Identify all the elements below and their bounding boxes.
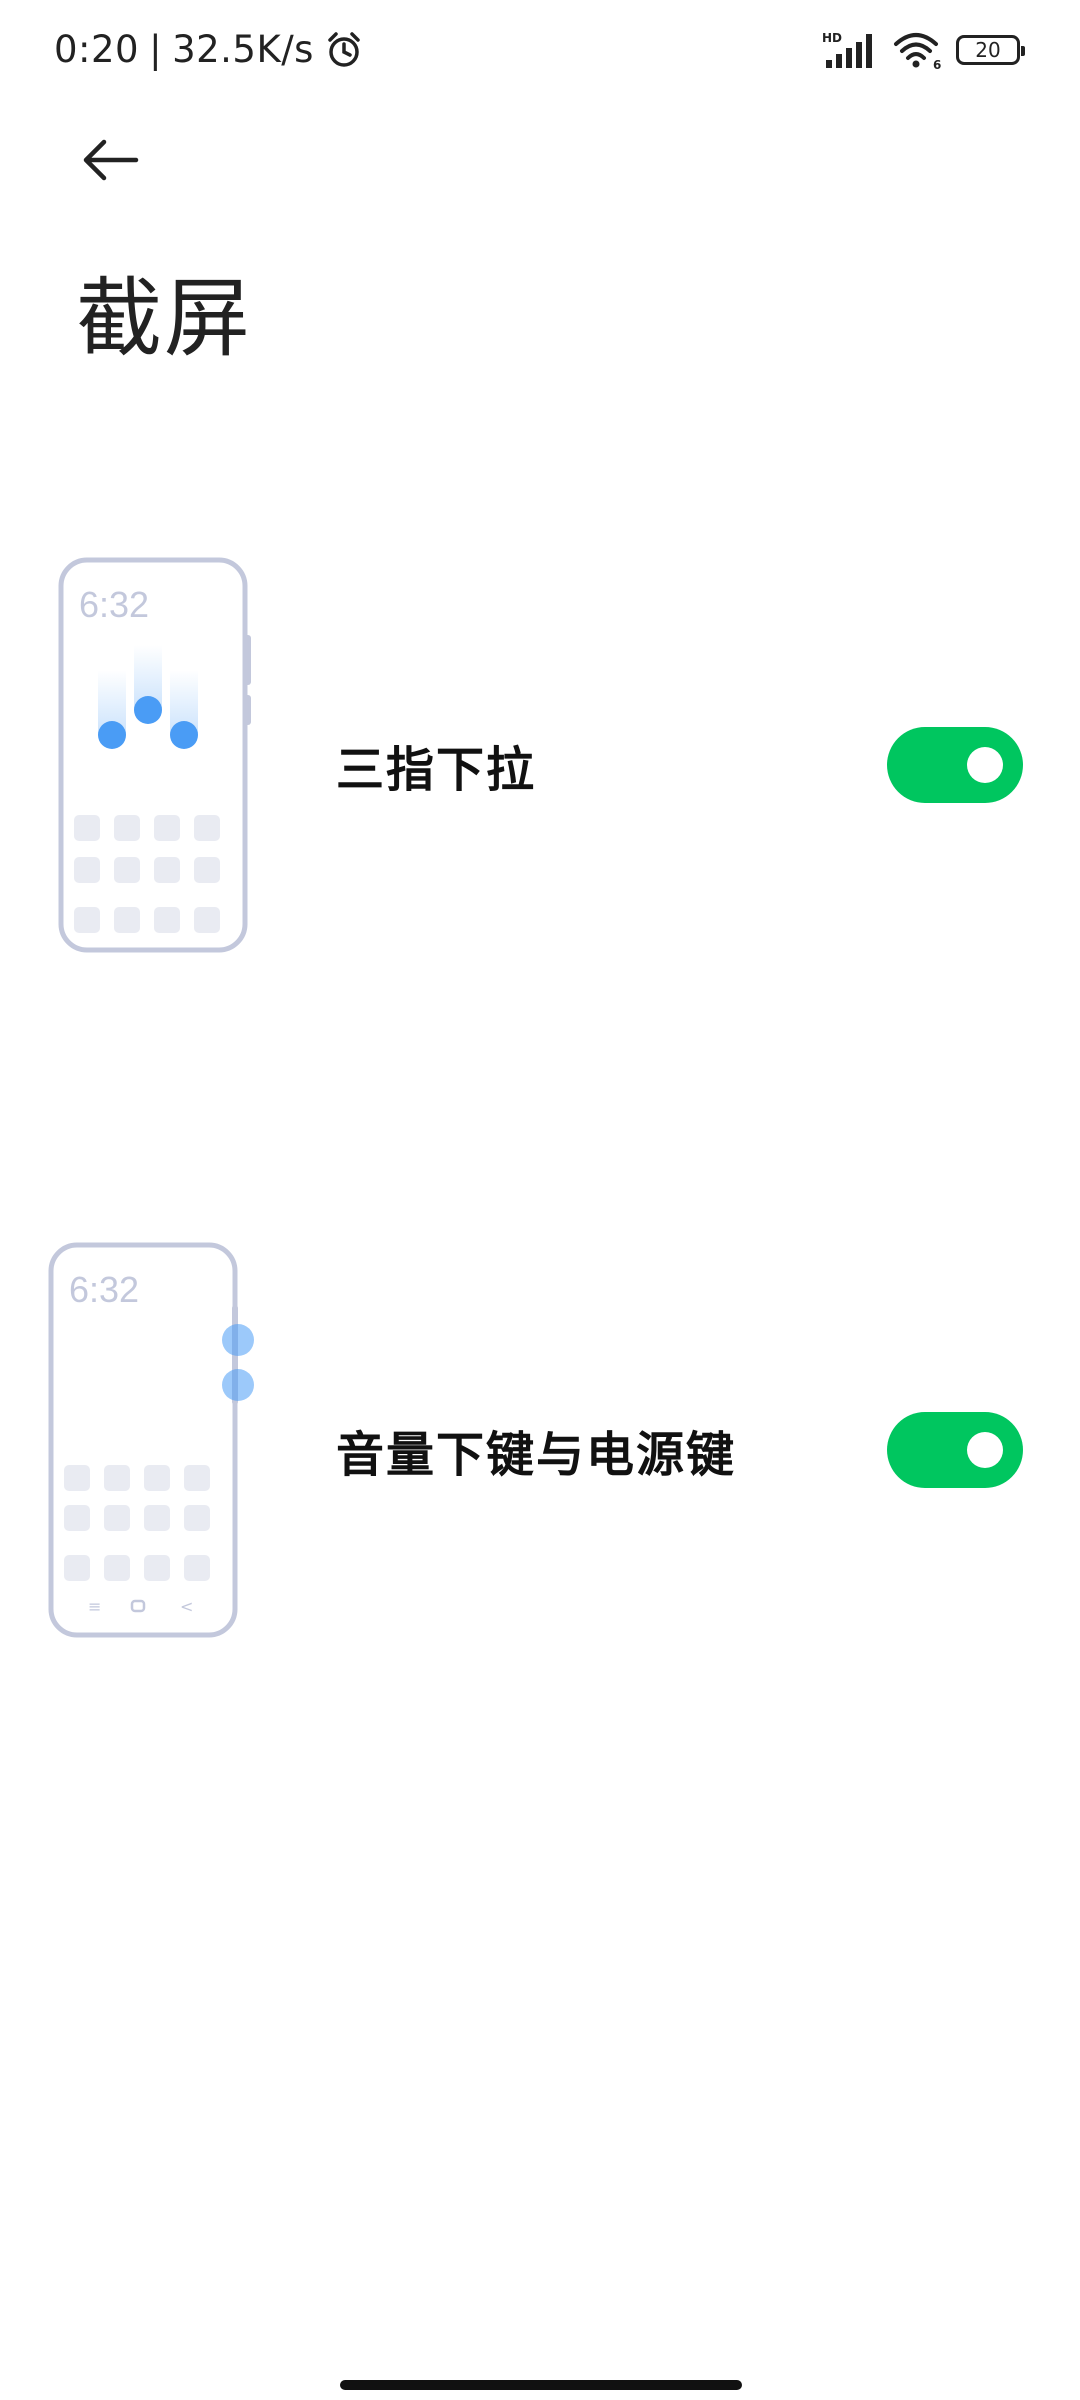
- status-left: 0:20 | 32.5K/s: [54, 28, 364, 71]
- wifi-icon: 6: [894, 33, 941, 70]
- hd-label: HD: [822, 31, 842, 45]
- toggle-knob: [967, 747, 1003, 783]
- back-button[interactable]: [70, 125, 150, 195]
- illustration-nav-menu: ≡: [88, 1597, 101, 1616]
- three-finger-swipe-toggle[interactable]: [887, 727, 1023, 803]
- battery-icon: 20: [956, 35, 1025, 65]
- option-three-finger-swipe[interactable]: 6:32 三指下拉: [0, 555, 1080, 975]
- option-volume-down-power[interactable]: 6:32 ≡ < 音量下键与电源键: [0, 1240, 1080, 1660]
- home-indicator[interactable]: [340, 2380, 742, 2390]
- volume-power-toggle[interactable]: [887, 1412, 1023, 1488]
- network-speed: 32.5K/s: [172, 28, 314, 71]
- volume-power-illustration: 6:32 ≡ <: [48, 1242, 254, 1638]
- status-time: 0:20: [54, 28, 140, 71]
- option-label: 三指下拉: [336, 742, 537, 798]
- three-finger-swipe-illustration: 6:32: [58, 557, 251, 953]
- wifi-6-badge: 6: [933, 58, 941, 70]
- option-label: 音量下键与电源键: [336, 1427, 737, 1483]
- cellular-signal-icon: HD: [822, 31, 872, 68]
- alarm-clock-icon: [328, 31, 360, 67]
- illustration-clock: 6:32: [69, 1269, 139, 1310]
- status-right: HD 6 20: [822, 30, 1025, 70]
- toggle-knob: [967, 1432, 1003, 1468]
- status-separator: |: [149, 28, 163, 71]
- battery-level: 20: [975, 38, 1001, 62]
- illustration-clock: 6:32: [79, 584, 149, 625]
- arrow-left-icon: [83, 139, 139, 181]
- status-bar: 0:20 | 32.5K/s HD 6 20: [0, 0, 1080, 100]
- page-title: 截屏: [76, 269, 252, 369]
- illustration-nav-back: <: [180, 1597, 193, 1616]
